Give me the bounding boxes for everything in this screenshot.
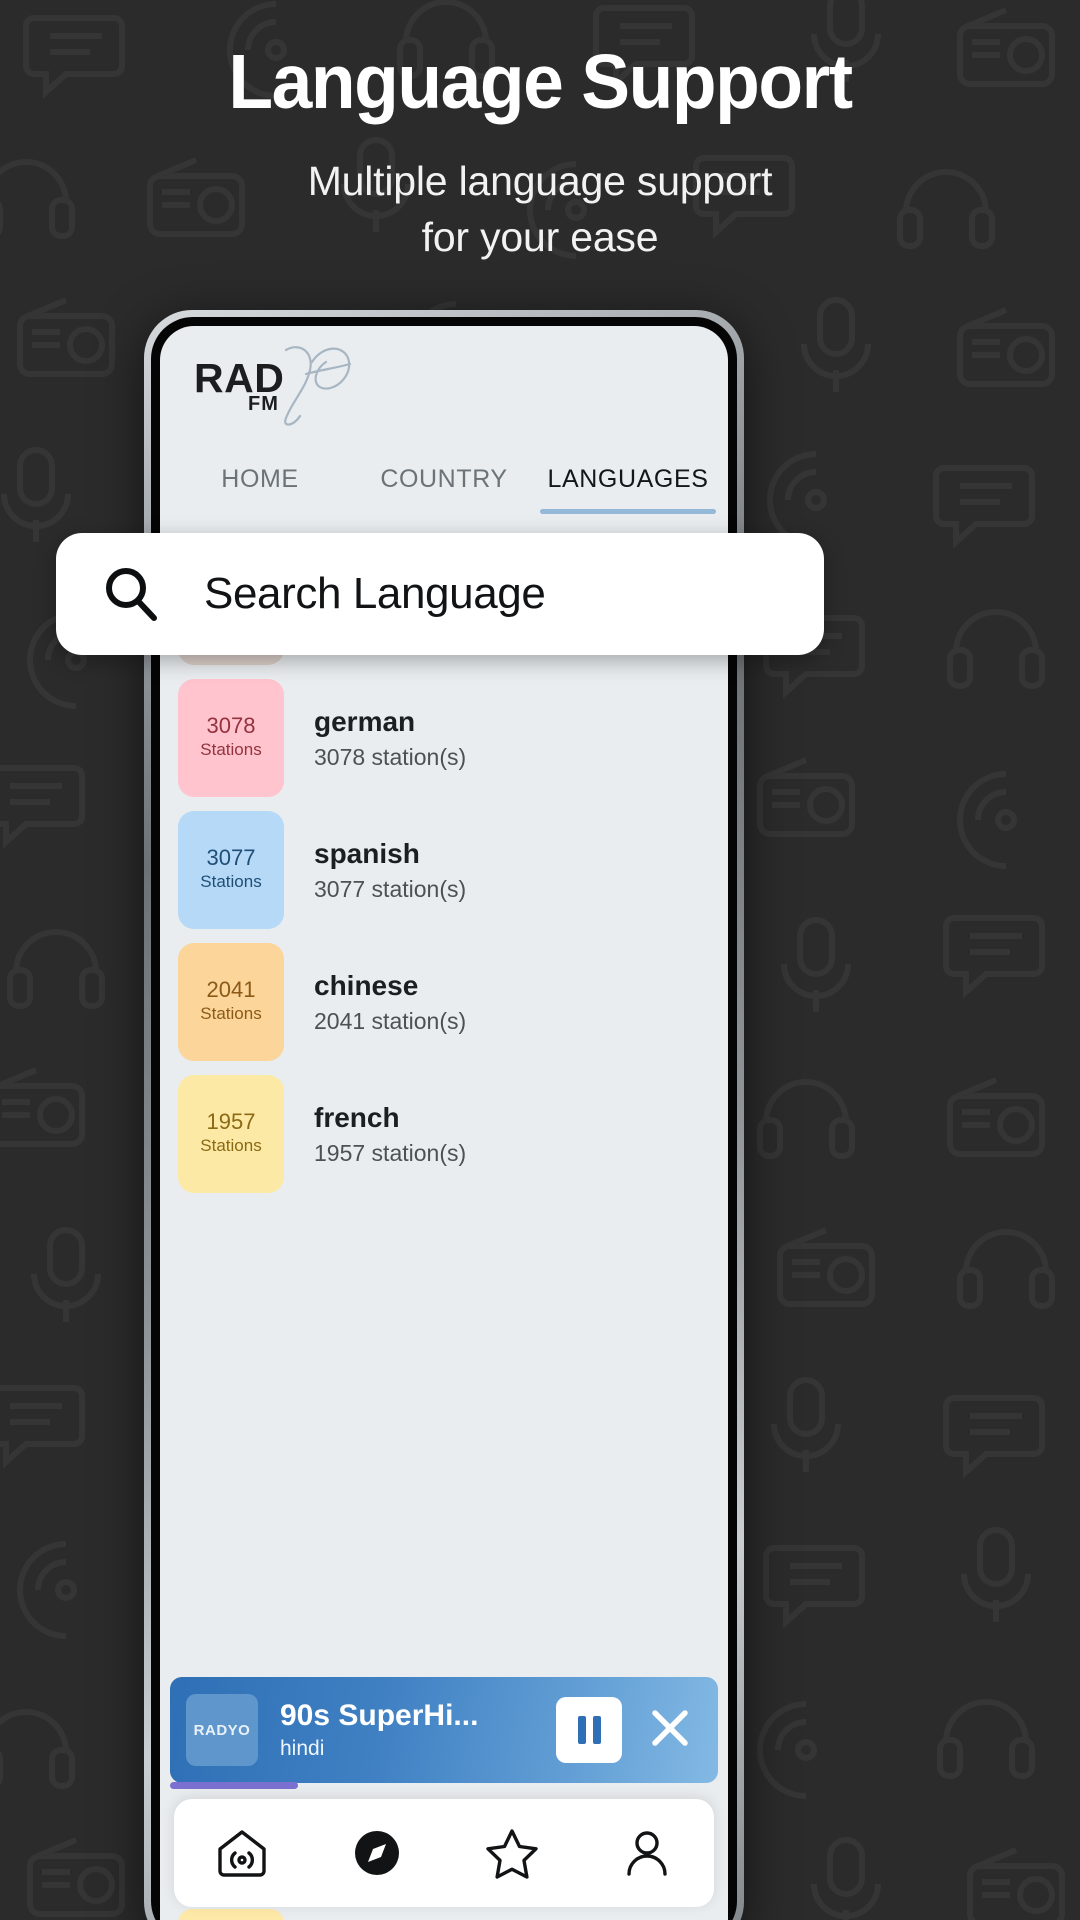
language-station-count: 2041 station(s)	[314, 1007, 467, 1034]
pause-button[interactable]	[556, 1697, 622, 1763]
promo-screenshot: Language Support Multiple language suppo…	[0, 0, 1080, 1920]
tile-label: Stations	[200, 872, 262, 892]
search-icon	[106, 568, 157, 621]
now-playing-title: 90s SuperHi...	[280, 1699, 479, 1733]
tile-count: 2041	[206, 977, 256, 1002]
pause-icon	[577, 1716, 601, 1744]
nav-item-favorites[interactable]	[444, 1799, 579, 1907]
page-subtitle-line2: for your ease	[421, 214, 659, 261]
nav-item-home[interactable]	[174, 1799, 309, 1907]
language-station-count: 3078 station(s)	[314, 743, 467, 770]
nav-item-discover[interactable]	[309, 1799, 444, 1907]
tile-label: Stations	[200, 740, 262, 760]
search-input[interactable]: Search Language	[204, 569, 546, 619]
partial-list-item-tile	[178, 1909, 284, 1920]
search-bar[interactable]: Search Language	[56, 533, 824, 655]
tab-country[interactable]: COUNTRY	[352, 465, 536, 514]
page-subtitle: Multiple language support for your ease	[0, 153, 1080, 266]
station-count-tile: 1957 Stations	[178, 1075, 284, 1193]
tile-count: 3077	[206, 845, 256, 870]
now-playing-language: hindi	[280, 1736, 325, 1760]
list-item[interactable]: 1957 Stations french 1957 station(s)	[160, 1068, 728, 1200]
language-name: spanish	[314, 837, 420, 869]
station-thumbnail-logo: RADYO	[193, 1721, 251, 1739]
station-count-tile: 2041 Stations	[178, 943, 284, 1061]
list-item-text: chinese 2041 station(s)	[314, 969, 466, 1036]
language-station-count: 3077 station(s)	[314, 875, 467, 902]
app-logo: RAD FM	[160, 326, 728, 430]
list-item[interactable]: 3078 Stations german 3078 station(s)	[160, 672, 728, 804]
person-icon	[626, 1831, 667, 1876]
tab-home[interactable]: HOME	[168, 465, 352, 514]
language-name: french	[314, 1101, 400, 1133]
list-item[interactable]: 2041 Stations chinese 2041 station(s)	[160, 936, 728, 1068]
page-title: Language Support	[228, 39, 853, 125]
list-item-text: spanish 3077 station(s)	[314, 837, 466, 904]
close-icon	[652, 1709, 688, 1746]
partial-list-item-label: german	[310, 1910, 404, 1920]
page-subtitle-line1: Multiple language support	[307, 157, 773, 204]
tile-count: 3078	[206, 713, 256, 738]
list-item[interactable]: 3077 Stations spanish 3077 station(s)	[160, 804, 728, 936]
tile-label: Stations	[200, 1004, 262, 1024]
star-icon	[485, 1829, 538, 1879]
nav-item-profile[interactable]	[579, 1799, 714, 1907]
now-playing-bar[interactable]: RADYO 90s SuperHi... hindi	[170, 1677, 718, 1783]
tab-bar[interactable]: HOME COUNTRY LANGUAGES	[160, 430, 728, 514]
station-thumbnail: RADYO	[186, 1694, 258, 1766]
language-station-count: 1957 station(s)	[314, 1139, 467, 1166]
player-progress-bar[interactable]	[170, 1782, 298, 1789]
compass-icon	[354, 1831, 399, 1875]
bottom-navigation[interactable]	[174, 1799, 714, 1907]
station-count-tile: 3077 Stations	[178, 811, 284, 929]
list-item-text: french 1957 station(s)	[314, 1101, 466, 1168]
language-name: chinese	[314, 969, 419, 1001]
language-name: german	[314, 705, 416, 737]
home-radio-icon	[217, 1830, 266, 1877]
station-count-tile: 3078 Stations	[178, 679, 284, 797]
logo-script-yo-icon	[284, 346, 352, 426]
close-button[interactable]	[644, 1702, 696, 1759]
tile-count: 1957	[206, 1109, 256, 1134]
promo-text-block: Language Support Multiple language suppo…	[0, 42, 1080, 266]
now-playing-meta: 90s SuperHi... hindi	[280, 1699, 556, 1761]
list-item-text: german 3078 station(s)	[314, 705, 466, 772]
tile-label: Stations	[200, 1136, 262, 1156]
tab-languages[interactable]: LANGUAGES	[536, 465, 720, 514]
